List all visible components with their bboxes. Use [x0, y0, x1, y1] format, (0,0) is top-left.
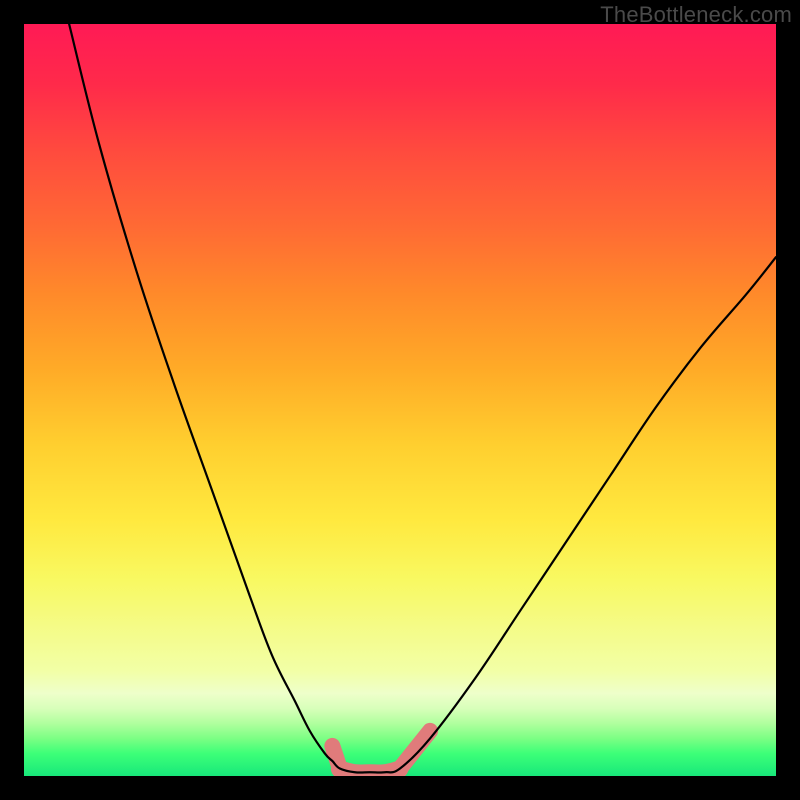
chart-frame: TheBottleneck.com — [0, 0, 800, 800]
curve-svg — [24, 24, 776, 776]
bottleneck-curve — [69, 24, 776, 773]
flat-region-marker — [332, 731, 430, 773]
plot-area — [24, 24, 776, 776]
